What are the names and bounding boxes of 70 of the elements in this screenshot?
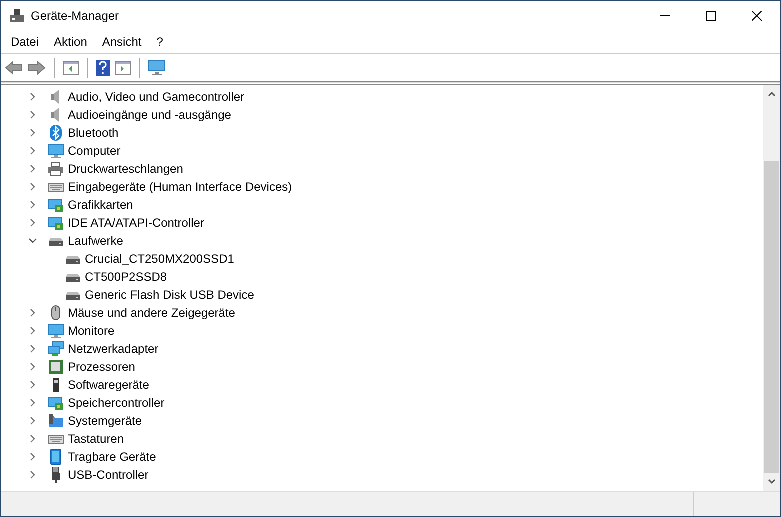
expand-chevron-icon[interactable] bbox=[29, 471, 37, 479]
printer-icon bbox=[48, 161, 64, 177]
menu-item[interactable]: Aktion bbox=[54, 35, 88, 49]
device-category[interactable]: IDE ATA/ATAPI-Controller bbox=[68, 216, 204, 230]
scroll-up-icon[interactable] bbox=[768, 91, 776, 97]
device-category[interactable]: Tragbare Geräte bbox=[68, 450, 156, 464]
device-category[interactable]: Tastaturen bbox=[68, 432, 124, 446]
folder-icon bbox=[48, 413, 64, 429]
forward-icon[interactable] bbox=[28, 60, 46, 74]
device-category[interactable]: Monitore bbox=[68, 324, 115, 338]
expand-chevron-icon[interactable] bbox=[29, 381, 37, 389]
circuit-board-icon bbox=[48, 215, 64, 231]
expand-chevron-icon[interactable] bbox=[29, 309, 37, 317]
device-category[interactable]: Audioeingänge und -ausgänge bbox=[68, 108, 232, 122]
expand-chevron-icon[interactable] bbox=[29, 219, 37, 227]
expand-chevron-icon[interactable] bbox=[29, 147, 37, 155]
device-category[interactable]: Mäuse und andere Zeigegeräte bbox=[68, 306, 236, 320]
maximize-icon[interactable] bbox=[706, 11, 716, 21]
scrollbar[interactable] bbox=[763, 85, 780, 491]
scroll-down-icon[interactable] bbox=[768, 479, 776, 485]
device-category[interactable]: Prozessoren bbox=[68, 360, 136, 374]
device-category[interactable]: Eingabegeräte (Human Interface Devices) bbox=[68, 180, 292, 194]
device-category[interactable]: Druckwarteschlangen bbox=[68, 162, 184, 176]
expand-chevron-icon[interactable] bbox=[29, 237, 37, 245]
tree-view-icon[interactable] bbox=[63, 60, 79, 74]
device-category[interactable]: Grafikkarten bbox=[68, 198, 134, 212]
device-category[interactable]: USB-Controller bbox=[68, 468, 149, 482]
help-icon[interactable] bbox=[96, 60, 110, 76]
device-category[interactable]: Softwaregeräte bbox=[68, 378, 150, 392]
device-category[interactable]: Computer bbox=[68, 144, 121, 158]
app-icon bbox=[9, 8, 25, 24]
menu-item[interactable]: Ansicht bbox=[102, 35, 142, 49]
device-name[interactable]: Generic Flash Disk USB Device bbox=[85, 288, 254, 302]
device-category[interactable]: Bluetooth bbox=[68, 126, 119, 140]
monitor-icon bbox=[48, 323, 64, 339]
expand-chevron-icon[interactable] bbox=[29, 417, 37, 425]
device-name[interactable]: Crucial_CT250MX200SSD1 bbox=[85, 252, 234, 266]
chip-icon bbox=[48, 359, 64, 375]
expand-chevron-icon[interactable] bbox=[29, 183, 37, 191]
expand-chevron-icon[interactable] bbox=[29, 129, 37, 137]
circuit-board-icon bbox=[48, 197, 64, 213]
bluetooth-icon bbox=[48, 125, 64, 141]
tablet-icon bbox=[48, 449, 64, 465]
expand-chevron-icon[interactable] bbox=[29, 345, 37, 353]
expand-chevron-icon[interactable] bbox=[29, 453, 37, 461]
device-category[interactable]: Speichercontroller bbox=[68, 396, 165, 410]
expand-chevron-icon[interactable] bbox=[29, 435, 37, 443]
device-category[interactable]: Systemgeräte bbox=[68, 414, 142, 428]
properties-icon[interactable] bbox=[115, 60, 131, 74]
expand-chevron-icon[interactable] bbox=[29, 327, 37, 335]
menu-item[interactable]: ? bbox=[156, 35, 164, 49]
scroll-thumb[interactable] bbox=[764, 161, 779, 473]
device-category[interactable]: Audio, Video und Gamecontroller bbox=[68, 90, 245, 104]
expand-chevron-icon[interactable] bbox=[29, 399, 37, 407]
expand-chevron-icon[interactable] bbox=[29, 93, 37, 101]
expand-chevron-icon[interactable] bbox=[29, 165, 37, 173]
expand-chevron-icon[interactable] bbox=[29, 111, 37, 119]
network-icon bbox=[48, 341, 64, 357]
circuit-board-icon bbox=[48, 395, 64, 411]
close-icon[interactable] bbox=[752, 11, 762, 21]
device-category[interactable]: Laufwerke bbox=[68, 234, 124, 248]
back-icon[interactable] bbox=[5, 60, 23, 74]
window-title: Geräte-Manager bbox=[31, 9, 120, 23]
monitor-icon bbox=[48, 143, 64, 159]
device-name[interactable]: CT500P2SSD8 bbox=[85, 270, 168, 284]
scan-monitor-icon[interactable] bbox=[148, 60, 166, 76]
device-category[interactable]: Netzwerkadapter bbox=[68, 342, 159, 356]
expand-chevron-icon[interactable] bbox=[29, 363, 37, 371]
expand-chevron-icon[interactable] bbox=[29, 201, 37, 209]
menu-item[interactable]: Datei bbox=[11, 35, 40, 49]
